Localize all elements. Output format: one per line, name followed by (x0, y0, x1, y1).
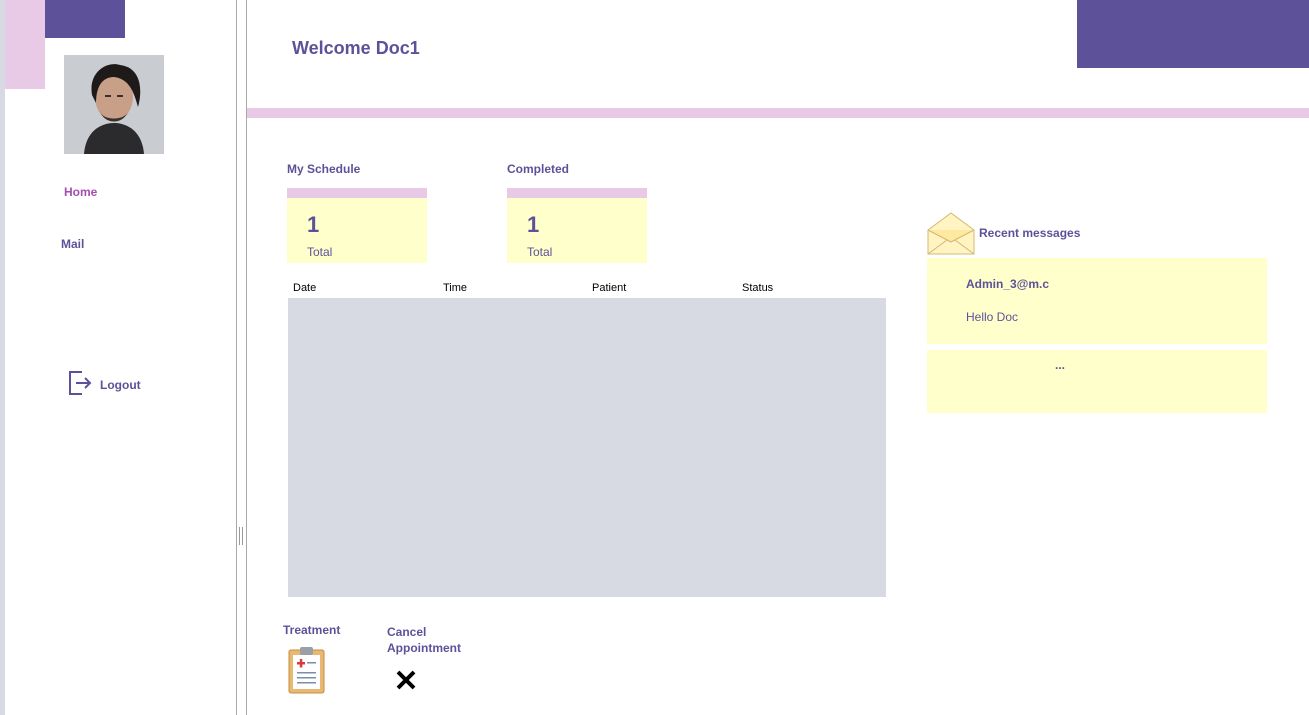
more-messages-card[interactable] (927, 350, 1267, 413)
panel-splitter[interactable] (236, 0, 247, 715)
message-sender: Admin_3@m.c (966, 277, 1050, 291)
logout-button[interactable]: Logout (68, 369, 168, 402)
page-title: Welcome Doc1 (292, 38, 420, 58)
column-header-date[interactable]: Date (293, 282, 316, 294)
appointments-table[interactable] (288, 298, 886, 597)
card-accent-bar (287, 188, 427, 198)
sidebar-accent-purple (45, 0, 125, 38)
splitter-grip[interactable] (239, 527, 243, 545)
avatar (64, 55, 164, 154)
sidebar-item-home[interactable]: Home (64, 185, 97, 199)
recent-messages-title: Recent messages (979, 226, 1081, 240)
logout-label: Logout (100, 378, 141, 392)
more-messages-button[interactable]: ... (1055, 358, 1065, 372)
message-card[interactable] (927, 258, 1267, 344)
completed-caption: Total (527, 245, 553, 259)
sidebar-accent-pink (5, 0, 45, 89)
message-body: Hello Doc (966, 310, 1019, 324)
schedule-card[interactable]: 1 Total (287, 188, 427, 263)
schedule-label: My Schedule (287, 162, 361, 176)
schedule-count: 1 (307, 212, 320, 237)
completed-count: 1 (527, 212, 540, 237)
logout-icon (68, 369, 92, 402)
sidebar-item-mail[interactable]: Mail (61, 237, 84, 251)
close-icon (394, 670, 418, 696)
header-accent-block (1077, 0, 1309, 68)
cancel-appointment-button[interactable] (394, 668, 418, 692)
column-header-time[interactable]: Time (443, 282, 467, 294)
header-divider (247, 108, 1309, 118)
column-header-status[interactable]: Status (742, 282, 773, 294)
schedule-caption: Total (307, 245, 333, 259)
cancel-appointment-label: Cancel Appointment (387, 625, 461, 655)
card-accent-bar (507, 188, 647, 198)
window-left-edge (0, 0, 5, 715)
envelope-icon (927, 210, 975, 255)
treatment-button[interactable] (287, 645, 327, 695)
clipboard-icon (287, 647, 327, 699)
completed-label: Completed (507, 162, 570, 176)
column-header-patient[interactable]: Patient (592, 282, 626, 294)
treatment-label: Treatment (283, 623, 341, 637)
completed-card[interactable]: 1 Total (507, 188, 647, 263)
